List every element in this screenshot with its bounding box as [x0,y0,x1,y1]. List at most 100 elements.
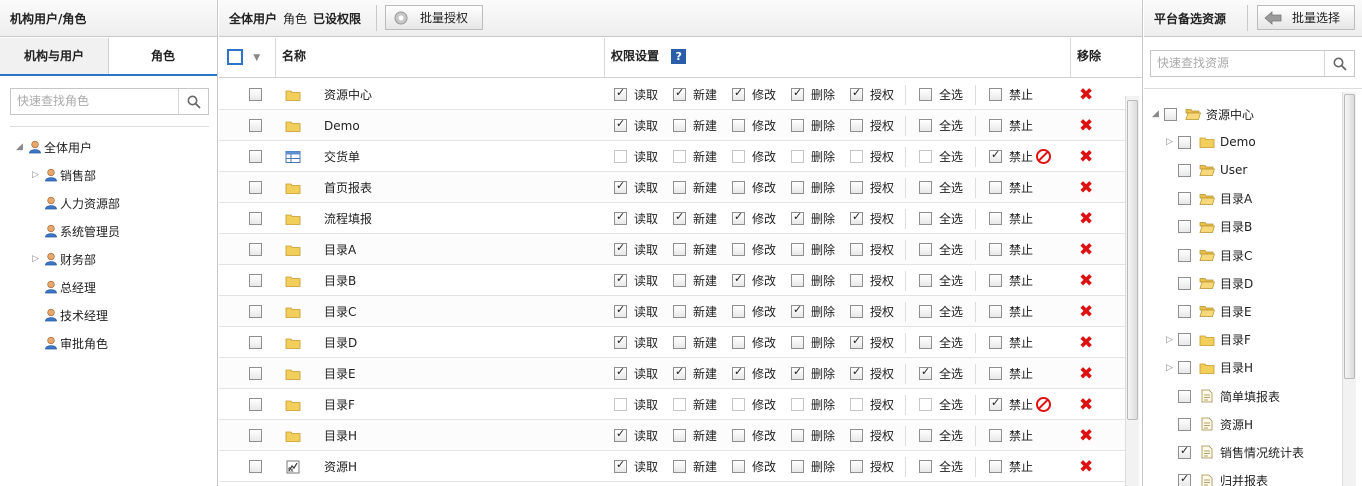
perm-checkbox[interactable] [791,210,804,225]
perm-grant[interactable]: 授权 [850,141,894,172]
perm-select-all[interactable]: 全选 [919,358,963,389]
batch-select-button[interactable]: 批量选择 [1257,5,1355,30]
perm-checkbox[interactable] [791,336,804,349]
perm-checkbox[interactable] [791,398,804,411]
perm-read[interactable]: 读取 [614,141,658,172]
perm-delete[interactable]: 删除 [791,203,835,234]
ban-checkbox[interactable] [989,181,1002,194]
perm-checkbox[interactable] [791,303,804,318]
perm-grant[interactable]: 授权 [850,296,894,327]
perm-read[interactable]: 读取 [614,358,658,389]
perm-create[interactable]: 新建 [673,141,717,172]
perm-read[interactable]: 读取 [614,234,658,265]
resource-checkbox[interactable] [1178,417,1191,431]
perm-checkbox[interactable] [791,243,804,256]
perm-select-all[interactable]: 全选 [919,296,963,327]
search-icon[interactable] [1324,51,1354,76]
perm-checkbox[interactable] [673,460,686,473]
remove-icon[interactable]: ✖ [1079,420,1093,451]
perm-edit[interactable]: 修改 [732,203,776,234]
perm-edit[interactable]: 修改 [732,172,776,203]
resource-tree-item[interactable]: ◢ 资源中心 [1152,103,1254,125]
ban-checkbox[interactable] [989,243,1002,256]
select-all-checkbox[interactable] [227,48,243,65]
row-select-checkbox[interactable] [249,88,262,101]
perm-create[interactable]: 新建 [673,389,717,420]
perm-checkbox[interactable] [673,336,686,349]
perm-checkbox[interactable] [614,117,627,132]
perm-read[interactable]: 读取 [614,265,658,296]
perm-create[interactable]: 新建 [673,79,717,110]
perm-checkbox[interactable] [673,210,686,225]
resource-tree-item[interactable]: ▷ Demo [1166,131,1256,153]
perm-checkbox[interactable] [791,86,804,101]
resource-scrollbar-thumb[interactable] [1344,94,1355,379]
perm-edit[interactable]: 修改 [732,234,776,265]
row-select-checkbox[interactable] [249,398,262,411]
select-all-header[interactable]: ▼ [219,38,276,77]
collapsed-arrow-icon[interactable]: ▷ [32,254,44,264]
perm-checkbox[interactable] [673,305,686,318]
perm-grant[interactable]: 授权 [850,358,894,389]
perm-read[interactable]: 读取 [614,296,658,327]
resource-checkbox[interactable] [1178,333,1191,347]
resource-search-input[interactable]: 快速查找资源 [1151,51,1324,76]
perm-checkbox[interactable] [732,119,745,132]
resource-checkbox[interactable] [1178,135,1191,149]
perm-ban[interactable]: 禁止 [989,234,1033,265]
resource-checkbox[interactable] [1178,163,1191,177]
collapsed-arrow-icon[interactable]: ▷ [32,170,44,180]
expanded-arrow-icon[interactable]: ◢ [16,142,28,152]
perm-ban[interactable]: 禁止 [989,203,1033,234]
perm-edit[interactable]: 修改 [732,420,776,451]
perm-checkbox[interactable] [614,179,627,194]
resource-tree-item[interactable]: ▷ 目录H [1166,357,1253,379]
perm-read[interactable]: 读取 [614,389,658,420]
perm-checkbox[interactable] [732,210,745,225]
perm-checkbox[interactable] [614,210,627,225]
batch-authorize-button[interactable]: 批量授权 [385,5,483,30]
perm-checkbox[interactable] [614,150,627,163]
resource-checkbox[interactable] [1178,304,1191,318]
perm-select-all[interactable]: 全选 [919,265,963,296]
perm-checkbox[interactable] [614,458,627,473]
perm-edit[interactable]: 修改 [732,79,776,110]
perm-delete[interactable]: 删除 [791,234,835,265]
perm-delete[interactable]: 删除 [791,296,835,327]
resource-checkbox[interactable] [1178,361,1191,375]
role-tree-item[interactable]: 人力资源部 [32,192,120,214]
role-search-box[interactable]: 快速查找角色 [10,88,209,115]
resource-tree-item[interactable]: 目录B [1166,216,1252,238]
remove-icon[interactable]: ✖ [1079,389,1093,420]
perm-read[interactable]: 读取 [614,79,658,110]
ban-checkbox[interactable] [989,396,1002,411]
perm-ban[interactable]: 禁止 [989,110,1033,141]
perm-create[interactable]: 新建 [673,110,717,141]
perm-checkbox[interactable] [850,274,863,287]
perm-grant[interactable]: 授权 [850,389,894,420]
perm-grant[interactable]: 授权 [850,203,894,234]
perm-checkbox[interactable] [673,181,686,194]
perm-checkbox[interactable] [732,460,745,473]
resource-tree-item[interactable]: 目录A [1166,188,1252,210]
resource-checkbox[interactable] [1178,444,1191,459]
collapsed-arrow-icon[interactable]: ▷ [1166,137,1178,147]
perm-checkbox[interactable] [850,429,863,442]
perm-select-all[interactable]: 全选 [919,451,963,482]
role-tree-item[interactable]: ▷ 财务部 [32,248,96,270]
remove-icon[interactable]: ✖ [1079,79,1093,110]
perm-ban[interactable]: 禁止 [989,79,1033,110]
perm-ban[interactable]: 禁止 [989,327,1033,358]
perm-delete[interactable]: 删除 [791,265,835,296]
perm-delete[interactable]: 删除 [791,172,835,203]
remove-icon[interactable]: ✖ [1079,141,1093,172]
perm-checkbox[interactable] [732,305,745,318]
perm-select-all[interactable]: 全选 [919,110,963,141]
select-all-row-checkbox[interactable] [919,305,932,318]
role-tree-item[interactable]: 审批角色 [32,332,108,354]
perm-checkbox[interactable] [850,305,863,318]
perm-checkbox[interactable] [791,150,804,163]
perm-checkbox[interactable] [732,243,745,256]
perm-edit[interactable]: 修改 [732,389,776,420]
perm-read[interactable]: 读取 [614,110,658,141]
